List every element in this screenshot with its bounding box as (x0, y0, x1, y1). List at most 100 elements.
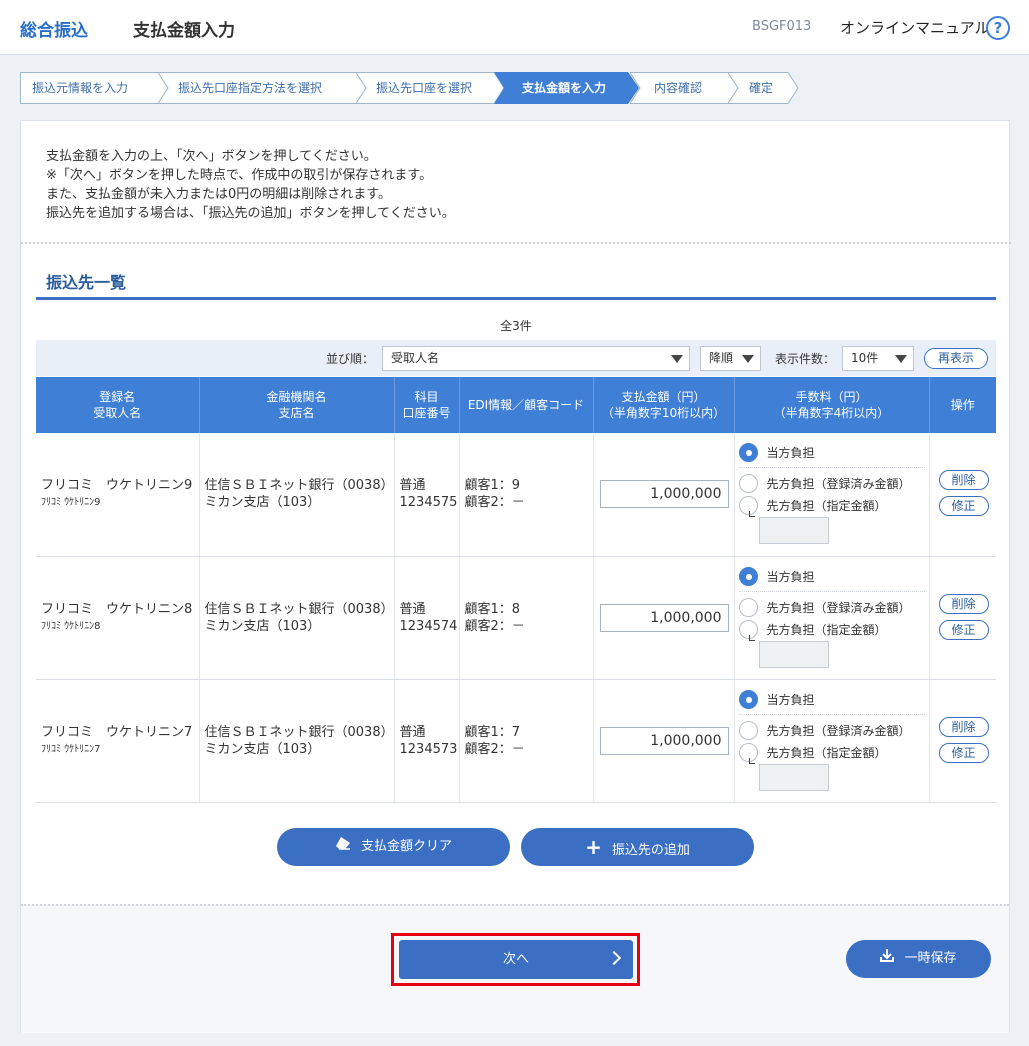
account-cell: 普通 1234575 (394, 433, 460, 557)
plus-icon: + (585, 835, 602, 859)
amount-input[interactable]: 1,000,000 (599, 603, 729, 632)
indent-corner-icon (748, 757, 755, 764)
account-type: 普通 (399, 601, 426, 617)
bank-cell: 住信ＳＢＩネット銀行（0038） ミカン支店（103） (199, 433, 395, 557)
sort-order-select[interactable]: 降順 (700, 346, 761, 371)
delete-button[interactable]: 削除 (938, 716, 989, 737)
fee-amount-input (758, 517, 829, 544)
edit-button[interactable]: 修正 (938, 742, 989, 763)
radio-selected-icon (738, 689, 758, 709)
step-5: 内容確認 (630, 72, 740, 104)
radio-selected-icon (738, 443, 758, 462)
payee-table: 登録名 受取人名 金融機関名 支店名 科目 口座番号 EDI情報／顧客コード 支払金額… (36, 377, 996, 803)
delete-button[interactable]: 削除 (938, 593, 989, 614)
account-cell: 普通 1234574 (394, 556, 460, 680)
column-header-amount: 支払金額（円） （半角数字10桁以内） (593, 377, 735, 433)
account-number: 1234573 (399, 741, 458, 757)
step-1: 振込元情報を入力 (20, 72, 170, 104)
indent-corner-icon (748, 511, 755, 517)
edi-line-1: 顧客1：7 (464, 724, 521, 740)
name-cell: フリコミ ウケトリニン8 ﾌﾘｺﾐ ｳｹﾄﾘﾆﾝ8 (36, 556, 200, 680)
bank-cell: 住信ＳＢＩネット銀行（0038） ミカン支店（103） (199, 679, 395, 803)
branch-name: ミカン支店（103） (204, 741, 321, 757)
step-label: 振込元情報を入力 (32, 81, 129, 95)
account-type: 普通 (399, 478, 426, 494)
step-label: 内容確認 (654, 81, 703, 95)
section-title: 振込先一覧 (46, 273, 127, 292)
bank-name: 住信ＳＢＩネット銀行（0038） (204, 478, 394, 494)
instruction-line: 振込先を追加する場合は、「振込先の追加」ボタンを押してください。 (46, 206, 455, 221)
total-count: 全3件 (500, 319, 532, 333)
table-row: フリコミ ウケトリニン8 ﾌﾘｺﾐ ｳｹﾄﾘﾆﾝ8 住信ＳＢＩネット銀行（003… (36, 556, 996, 680)
bank-name: 住信ＳＢＩネット銀行（0038） (204, 724, 394, 740)
edi-line-1: 顧客1：8 (464, 601, 521, 617)
divider (738, 590, 925, 592)
column-header-name: 登録名 受取人名 (36, 377, 200, 433)
registered-name: フリコミ ウケトリニン8 (41, 601, 193, 617)
add-payee-label: 振込先の追加 (611, 843, 690, 858)
radio-icon (738, 720, 758, 740)
chevron-right-icon (606, 950, 622, 966)
radio-icon (738, 474, 758, 493)
account-cell: 普通 1234573 (394, 679, 460, 803)
top-bar: 総合振込 支払金額入力 BSGF013 オンラインマニュアル ? (0, 0, 1029, 55)
redisplay-button[interactable]: 再表示 (924, 348, 988, 369)
registered-name: フリコミ ウケトリニン9 (41, 478, 193, 494)
sort-label: 並び順： (326, 352, 375, 366)
app-title: 総合振込 (20, 21, 88, 41)
step-4-current: 支払金額を入力 (494, 72, 640, 104)
delete-button[interactable]: 削除 (938, 470, 989, 490)
step-label: 支払金額を入力 (522, 81, 607, 95)
sort-bar: 並び順： 受取人名 降順 表示件数： 10件 再表示 (36, 340, 996, 376)
fee-amount-input (758, 763, 829, 791)
edi-line-2: 顧客2：－ (464, 618, 525, 634)
sort-key-select[interactable]: 受取人名 (382, 346, 690, 371)
step-label: 振込先口座指定方法を選択 (178, 81, 323, 95)
column-header-bank: 金融機関名 支店名 (199, 377, 395, 433)
registered-name: フリコミ ウケトリニン7 (41, 724, 193, 740)
table-row: フリコミ ウケトリニン7 ﾌﾘｺﾐ ｳｹﾄﾘﾆﾝ7 住信ＳＢＩネット銀行（003… (36, 679, 996, 803)
display-count-label: 表示件数： (775, 352, 836, 366)
clear-amount-label: 支払金額クリア (360, 839, 452, 854)
add-payee-button[interactable]: + 振込先の追加 (521, 828, 754, 866)
radio-icon (738, 597, 758, 617)
step-label: 振込先口座を選択 (376, 81, 473, 95)
fee-cell: 当方負担 先方負担（登録済み金額） 先方負担（指定金額） (734, 433, 930, 557)
temp-save-label: 一時保存 (904, 951, 957, 966)
edi-line-2: 顧客2：－ (464, 741, 525, 757)
online-manual-link[interactable]: オンラインマニュアル (840, 17, 990, 38)
fee-amount-input (758, 640, 829, 668)
eraser-icon (335, 828, 351, 866)
edi-cell: 顧客1：8 顧客2：－ (459, 556, 594, 680)
clear-amount-button[interactable]: 支払金額クリア (277, 828, 510, 866)
divider (738, 713, 925, 715)
indent-corner-icon (748, 634, 755, 641)
divider (21, 242, 1011, 244)
temp-save-button[interactable]: 一時保存 (846, 940, 991, 978)
fee-cell: 当方負担 先方負担（登録済み金額） 先方負担（指定金額） (734, 556, 930, 680)
next-button[interactable]: 次へ (399, 940, 633, 979)
display-count-select[interactable]: 10件 (842, 346, 914, 371)
next-label: 次へ (502, 952, 529, 967)
chevron-down-icon (671, 355, 683, 363)
bank-name: 住信ＳＢＩネット銀行（0038） (204, 601, 394, 617)
edi-line-2: 顧客2：－ (464, 495, 525, 511)
column-header-fee: 手数料（円） （半角数字4桁以内） (734, 377, 930, 433)
help-icon[interactable]: ? (986, 16, 1010, 40)
screen-code: BSGF013 (752, 19, 812, 34)
amount-input[interactable]: 1,000,000 (599, 480, 729, 509)
column-header-account: 科目 口座番号 (394, 377, 460, 433)
instruction-line: また、支払金額が未入力または0円の明細は削除されます。 (46, 187, 391, 202)
edi-line-1: 顧客1：9 (464, 478, 521, 494)
amount-input[interactable]: 1,000,000 (599, 726, 729, 755)
edi-cell: 顧客1：9 顧客2：－ (459, 433, 594, 557)
step-label: 確定 (749, 81, 774, 95)
instruction-line: 支払金額を入力の上、「次へ」ボタンを押してください。 (46, 149, 377, 164)
main-panel: 支払金額を入力の上、「次へ」ボタンを押してください。 ※「次へ」ボタンを押した時… (20, 120, 1011, 1033)
edit-button[interactable]: 修正 (938, 496, 989, 516)
chevron-down-icon (895, 355, 907, 363)
column-header-edi: EDI情報／顧客コード (459, 377, 594, 433)
amount-cell: 1,000,000 (593, 679, 735, 803)
edit-button[interactable]: 修正 (938, 619, 989, 640)
table-row: フリコミ ウケトリニン9 ﾌﾘｺﾐ ｳｹﾄﾘﾆﾝ9 住信ＳＢＩネット銀行（003… (36, 433, 996, 557)
